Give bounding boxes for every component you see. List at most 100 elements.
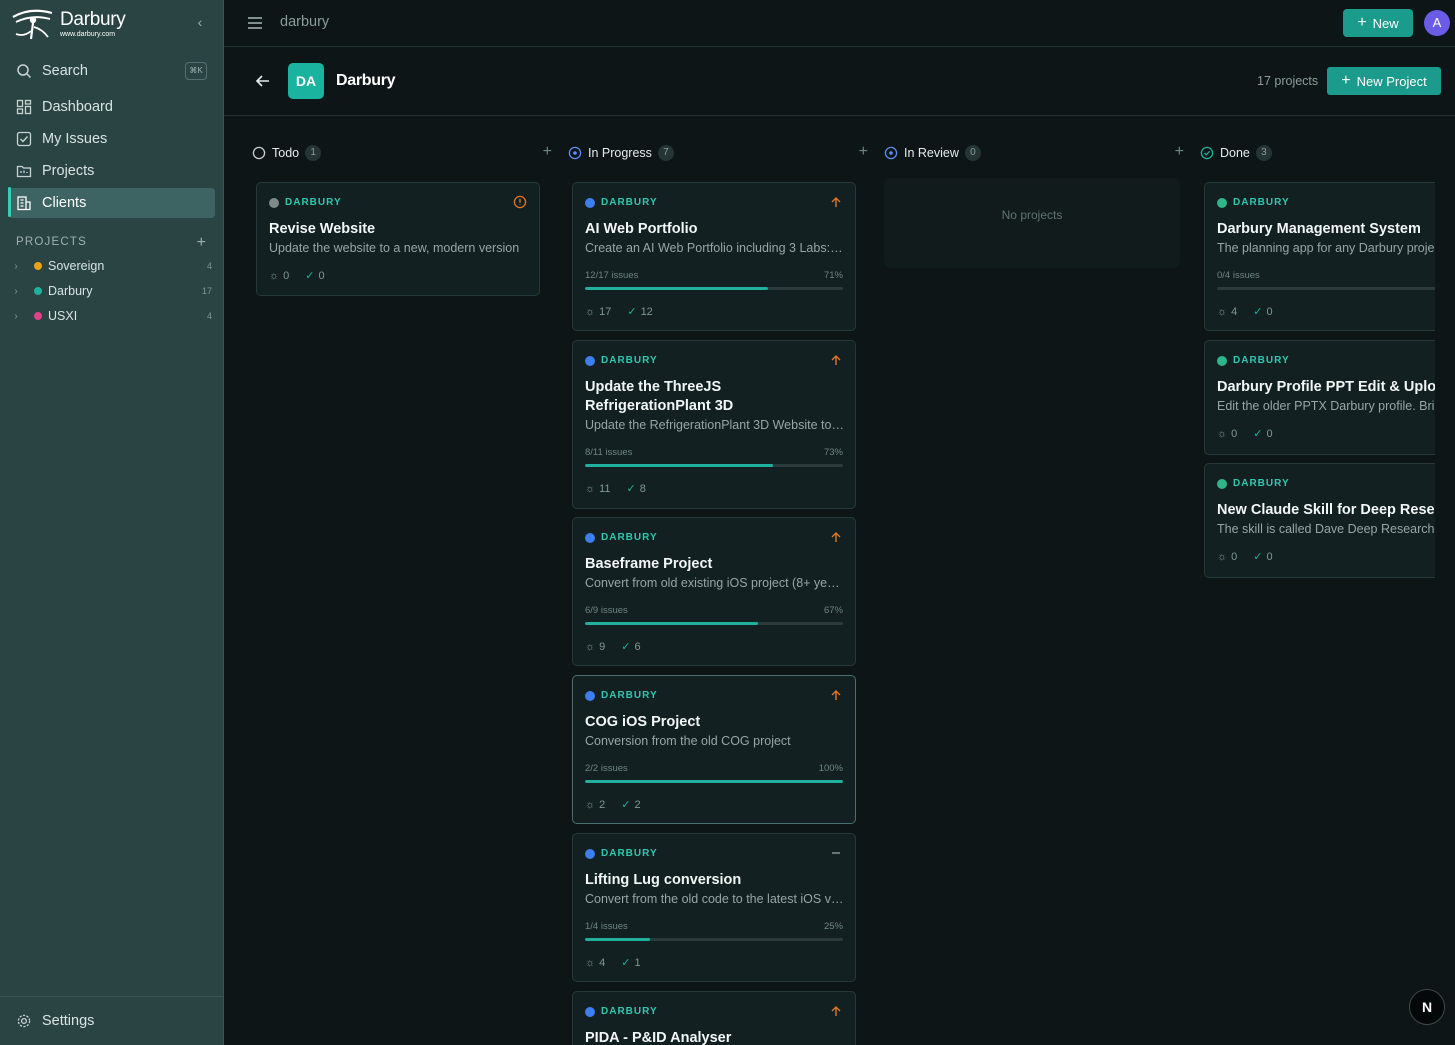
bug-count: 0 — [1231, 427, 1238, 440]
project-count: 17 projects — [1257, 74, 1319, 88]
project-count: 4 — [206, 261, 212, 271]
sidebar-item-settings[interactable]: Settings — [0, 996, 223, 1045]
circle-status-icon — [252, 146, 266, 160]
card-stats: ☼ 2 ✓ 2 — [585, 798, 641, 812]
chevron-right-icon[interactable]: › — [8, 311, 24, 322]
chevron-right-icon[interactable]: › — [8, 286, 24, 297]
check-circle-icon: ✓ — [621, 957, 631, 969]
project-name: Sovereign — [48, 259, 105, 273]
add-card-icon[interactable]: + — [1175, 144, 1184, 160]
progress-percent: 67% — [823, 605, 843, 616]
card-client-label: DARBURY — [601, 848, 658, 859]
column-title: In Progress — [588, 146, 652, 160]
plus-icon: + — [1357, 14, 1367, 31]
card-title: AI Web Portfolio — [585, 221, 698, 237]
check-circle-icon: ✓ — [627, 306, 637, 318]
sidebar-item-my-issues[interactable]: My Issues — [8, 124, 215, 154]
card-client: DARBURY — [585, 690, 658, 701]
sidebar-project-usxi[interactable]: › USXI 4 — [8, 306, 212, 326]
add-project-icon[interactable]: + — [197, 234, 206, 252]
avatar[interactable]: A — [1424, 10, 1450, 36]
bug-count: 9 — [599, 640, 606, 653]
page-header: DA Darbury 17 projects + New Project — [224, 47, 1455, 116]
sidebar-item-dashboard[interactable]: Dashboard — [8, 92, 215, 122]
project-card[interactable]: DARBURY Darbury Profile PPT Edit & Uploa… — [1204, 340, 1435, 455]
card-client: DARBURY — [269, 197, 342, 208]
column-title: In Review — [904, 146, 959, 160]
project-card[interactable]: DARBURY PIDA - P&ID Analyser — [572, 991, 856, 1045]
project-card[interactable]: DARBURY New Claude Skill for Deep Resear… — [1204, 463, 1435, 578]
sidebar-project-darbury[interactable]: › Darbury 17 — [8, 281, 212, 301]
folder-icon — [16, 165, 32, 178]
progress-bar-fill — [585, 938, 650, 941]
card-description: Convert from old existing iOS project (8… — [585, 576, 845, 590]
checkbox-icon — [16, 131, 32, 147]
project-card[interactable]: DARBURY AI Web Portfolio Create an AI We… — [572, 182, 856, 331]
project-card[interactable]: DARBURY Lifting Lug conversion Convert f… — [572, 833, 856, 982]
card-client: DARBURY — [1217, 197, 1290, 208]
empty-state: No projects — [884, 178, 1180, 268]
arrow-left-icon[interactable] — [254, 72, 272, 90]
card-title: PIDA - P&ID Analyser — [585, 1030, 732, 1045]
card-stats: ☼ 0 ✓ 0 — [1217, 550, 1273, 564]
done-count: 1 — [634, 956, 641, 969]
progress-bar-fill — [585, 464, 774, 467]
add-card-icon[interactable]: + — [859, 144, 868, 160]
breadcrumb[interactable]: darbury — [280, 14, 329, 30]
add-card-icon[interactable]: + — [543, 144, 552, 160]
progress-bar — [585, 780, 843, 783]
project-card[interactable]: DARBURY Darbury Management System The pl… — [1204, 182, 1435, 331]
check-circle-icon: ✓ — [621, 799, 631, 811]
project-card[interactable]: DARBURY Revise Website Update the websit… — [256, 182, 540, 296]
card-description: Update the RefrigerationPlant 3D Website… — [585, 418, 845, 432]
collapse-sidebar-icon[interactable]: ‹ — [192, 14, 208, 30]
done-count: 6 — [634, 640, 641, 653]
project-color-dot — [34, 287, 42, 295]
sidebar: Darbury www.darbury.com ‹ Search ⌘K Dash… — [0, 0, 224, 1045]
client-avatar: DA — [288, 63, 324, 99]
card-description: The planning app for any Darbury project — [1217, 241, 1435, 255]
projects-heading: PROJECTS + — [16, 234, 210, 252]
bug-count: 11 — [599, 482, 611, 495]
sidebar-item-projects[interactable]: Projects — [8, 156, 215, 186]
column-in-review: In Review 0 + No projects — [884, 116, 1184, 1045]
arrow-up-icon — [831, 690, 841, 700]
building-icon — [17, 196, 31, 211]
status-dot — [585, 848, 595, 859]
minus-priority-icon — [832, 852, 840, 854]
bug-icon: ☼ — [585, 798, 596, 811]
card-client-label: DARBURY — [601, 532, 658, 543]
next-devtools-icon[interactable]: N — [1409, 989, 1445, 1025]
card-title: Update the ThreeJS RefrigerationPlant 3D — [585, 379, 734, 414]
sidebar-item-clients[interactable]: Clients — [8, 188, 215, 218]
project-count: 4 — [206, 311, 212, 321]
project-card[interactable]: DARBURY Update the ThreeJS Refrigeration… — [572, 340, 856, 509]
new-project-button[interactable]: + New Project — [1327, 67, 1441, 95]
column-count: 3 — [1255, 145, 1272, 161]
project-card[interactable]: DARBURY COG iOS Project Conversion from … — [572, 675, 856, 824]
new-button-label: New — [1372, 15, 1399, 31]
sidebar-project-sovereign[interactable]: › Sovereign 4 — [8, 256, 212, 276]
brand-url: www.darbury.com — [60, 31, 116, 38]
column-todo: Todo 1 + DARBURY Revise Website Update t… — [252, 116, 552, 1045]
card-stats: ☼ 17 ✓ 12 — [585, 305, 653, 319]
done-count: 0 — [1266, 550, 1273, 563]
sidebar-search[interactable]: Search ⌘K — [8, 56, 215, 86]
bug-icon: ☼ — [1217, 550, 1228, 563]
chevron-right-icon[interactable]: › — [8, 261, 24, 272]
bug-icon: ☼ — [585, 640, 596, 653]
card-client-label: DARBURY — [1233, 478, 1290, 489]
progress-bar — [585, 287, 843, 290]
hamburger-menu-icon[interactable] — [246, 14, 264, 32]
project-card[interactable]: DARBURY Baseframe Project Convert from o… — [572, 517, 856, 666]
project-color-dot — [34, 262, 42, 270]
card-client: DARBURY — [585, 532, 658, 543]
bug-icon: ☼ — [585, 956, 596, 969]
done-count: 0 — [1266, 427, 1273, 440]
new-button[interactable]: + New — [1343, 9, 1413, 37]
brand-logo[interactable]: Darbury www.darbury.com — [10, 5, 140, 43]
search-icon — [17, 64, 32, 79]
card-client: DARBURY — [1217, 355, 1290, 366]
progress-percent: 100% — [818, 763, 843, 774]
status-dot — [585, 197, 595, 208]
